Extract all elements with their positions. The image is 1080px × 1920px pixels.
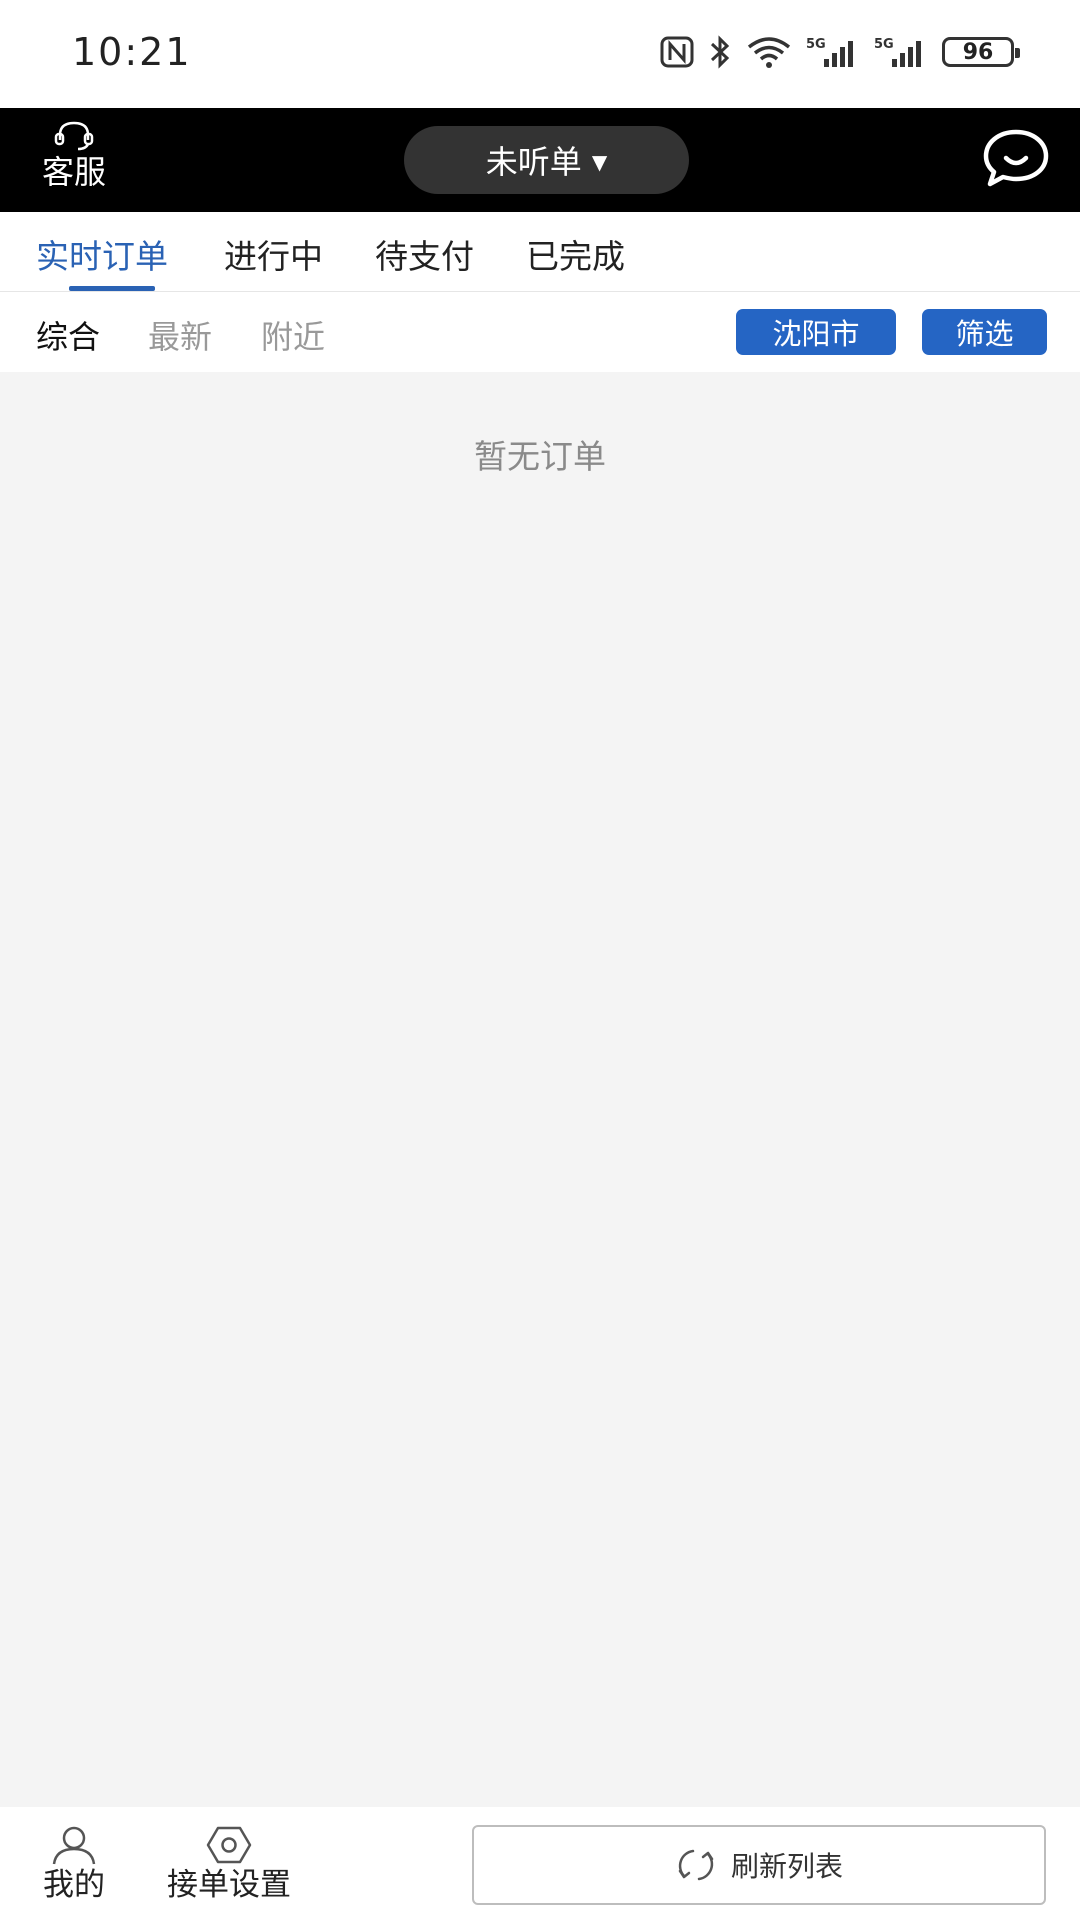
order-list[interactable]: 暂无订单 <box>0 372 1080 1807</box>
tab-in-progress[interactable]: 进行中 <box>224 230 323 278</box>
tab-realtime-orders[interactable]: 实时订单 <box>36 230 168 278</box>
sort-nearby[interactable]: 附近 <box>261 312 325 358</box>
svg-text:5G: 5G <box>806 37 826 52</box>
headset-icon <box>54 121 94 151</box>
settings-hexagon-icon <box>206 1826 252 1864</box>
wifi-icon <box>747 37 791 68</box>
user-icon <box>52 1826 96 1865</box>
chat-button[interactable] <box>982 128 1050 188</box>
sort-latest[interactable]: 最新 <box>148 312 212 358</box>
refresh-list-label: 刷新列表 <box>730 1850 843 1883</box>
status-time: 10:21 <box>72 30 192 74</box>
tab-pending-payment[interactable]: 待支付 <box>375 230 474 278</box>
battery-level: 96 <box>962 39 994 65</box>
status-icons: 5G 5G 96 <box>660 32 1020 72</box>
status-bar: 10:21 5G 5G 96 <box>0 0 1080 108</box>
signal-5g-icon: 5G <box>806 37 853 67</box>
order-mode-label: 未听单 <box>485 143 582 181</box>
tab-completed[interactable]: 已完成 <box>526 230 625 278</box>
svg-text:5G: 5G <box>874 37 894 52</box>
city-select-button[interactable]: 沈阳市 <box>736 309 896 355</box>
customer-service-label: 客服 <box>41 153 106 191</box>
nav-mine-label: 我的 <box>43 1867 105 1903</box>
nav-order-settings[interactable]: 接单设置 <box>152 1825 306 1903</box>
chat-bubble-icon <box>983 129 1049 187</box>
refresh-list-button[interactable]: 刷新列表 <box>472 1825 1046 1905</box>
nav-mine[interactable]: 我的 <box>36 1825 112 1903</box>
bluetooth-icon <box>710 35 730 69</box>
battery-icon: 96 <box>942 37 1020 67</box>
sub-filter-bar: 综合 最新 附近 沈阳市 筛选 <box>0 292 1080 372</box>
app-header: 客服 未听单 ▼ <box>0 108 1080 212</box>
active-tab-indicator <box>69 286 155 291</box>
main-tabs: 实时订单 进行中 待支付 已完成 <box>0 212 1080 292</box>
bottom-bar: 我的 接单设置 刷新列表 <box>0 1807 1080 1920</box>
refresh-icon <box>678 1849 714 1881</box>
nfc-icon <box>660 36 694 68</box>
sort-comprehensive[interactable]: 综合 <box>36 312 100 358</box>
customer-service-button[interactable]: 客服 <box>28 120 120 204</box>
nav-order-settings-label: 接单设置 <box>167 1867 291 1903</box>
empty-state-text: 暂无订单 <box>474 437 606 476</box>
caret-down-icon: ▼ <box>591 150 608 174</box>
filter-button[interactable]: 筛选 <box>922 309 1047 355</box>
signal-5g-icon: 5G <box>874 37 921 67</box>
order-mode-dropdown[interactable]: 未听单 ▼ <box>404 126 689 194</box>
